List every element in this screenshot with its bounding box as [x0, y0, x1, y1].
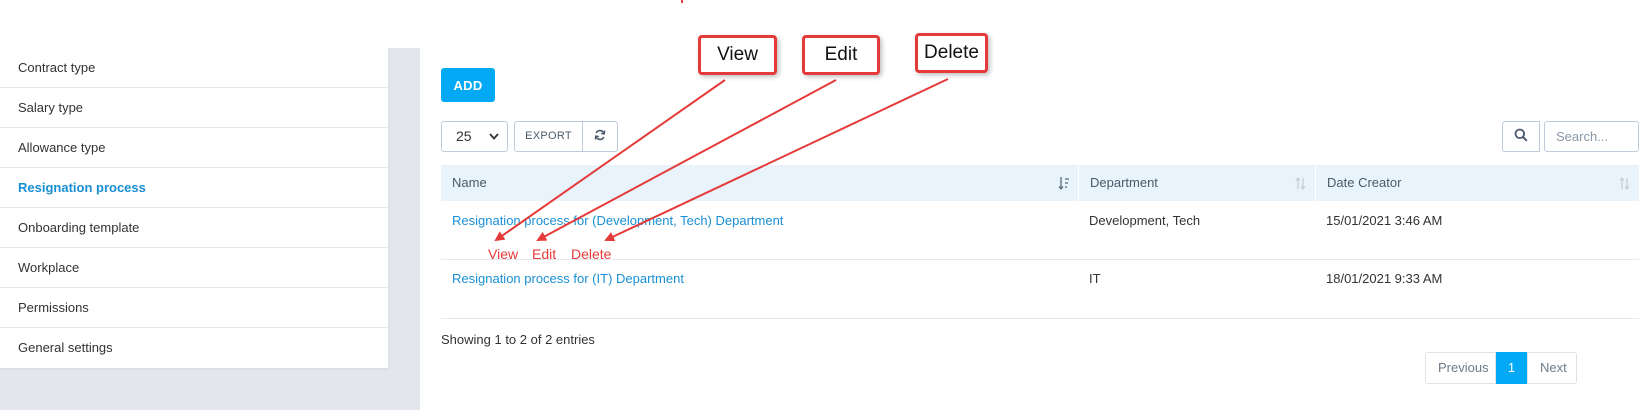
row-action-delete[interactable]: Delete — [571, 246, 611, 262]
edit-callout: Edit — [802, 35, 880, 75]
view-arrow — [494, 79, 726, 242]
view-callout: View — [698, 35, 777, 75]
row-action-view[interactable]: View — [488, 246, 518, 262]
edit-arrow — [536, 79, 837, 241]
delete-arrow — [604, 78, 949, 242]
row-action-edit[interactable]: Edit — [532, 246, 556, 262]
delete-callout: Delete — [915, 33, 988, 73]
